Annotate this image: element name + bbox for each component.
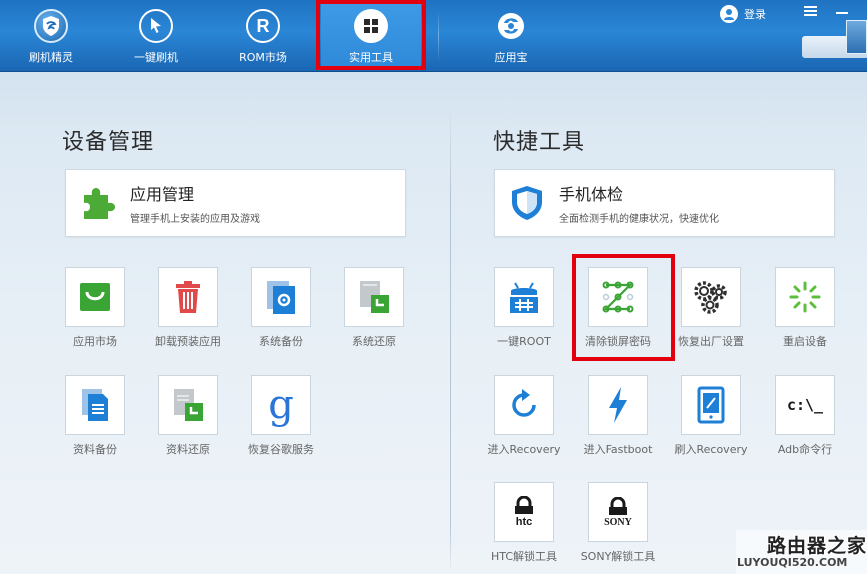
device-thumbnail <box>846 20 867 54</box>
htc-logo-icon: htc <box>515 516 533 528</box>
tile-label: 进入Fastboot <box>583 443 653 456</box>
tile-factory-reset[interactable]: 恢复出厂设置 <box>678 267 744 348</box>
grid-icon <box>354 9 388 43</box>
tile-label: 资料还原 <box>166 443 210 456</box>
watermark-url: LUYOUQI520.COM <box>737 556 848 569</box>
tile-uninstall-preinstalled[interactable]: 卸载预装应用 <box>155 267 221 348</box>
pattern-lock-icon <box>602 281 634 313</box>
tile-one-click-root[interactable]: 一键ROOT <box>494 267 554 348</box>
app-management-card[interactable]: 应用管理 管理手机上安装的应用及游戏 <box>65 169 406 237</box>
tile-label: 进入Recovery <box>487 443 561 456</box>
tile-label: 系统备份 <box>259 335 303 348</box>
tile-reboot-device[interactable]: 重启设备 <box>775 267 835 348</box>
tile-label: Adb命令行 <box>777 443 833 456</box>
tile-label: 清除锁屏密码 <box>585 335 651 348</box>
card-title: 应用管理 <box>130 185 195 204</box>
section-divider <box>450 104 451 574</box>
tile-label: 重启设备 <box>783 335 827 348</box>
nav-item-app-store[interactable]: 应用宝 <box>475 0 547 72</box>
restore-clock-icon <box>360 281 389 313</box>
minimize-icon[interactable] <box>836 12 848 14</box>
nav-item-flash-wizard[interactable]: 刷机精灵 <box>14 0 88 72</box>
padlock-icon <box>515 496 533 514</box>
shopping-bag-icon <box>80 283 110 311</box>
shield-logo-icon <box>34 9 68 43</box>
puzzle-piece-icon <box>84 188 115 219</box>
tile-data-backup[interactable]: 资料备份 <box>65 375 125 456</box>
document-restore-icon <box>174 389 203 421</box>
app-store-logo-icon <box>494 9 528 43</box>
tile-htc-unlock[interactable]: htc HTC解锁工具 <box>491 482 557 563</box>
tile-system-restore[interactable]: 系统还原 <box>344 267 404 348</box>
login-label: 登录 <box>744 8 766 21</box>
lightning-bolt-icon <box>609 387 627 423</box>
shield-icon <box>512 186 542 220</box>
gears-icon <box>694 281 727 314</box>
tile-restore-google-services[interactable]: g 恢复谷歌服务 <box>248 375 314 456</box>
menu-icon[interactable] <box>804 6 817 16</box>
tile-adb-command-line[interactable]: c:\_ Adb命令行 <box>775 375 835 456</box>
nav-label: 刷机精灵 <box>29 51 73 64</box>
user-avatar-icon <box>720 5 738 23</box>
tile-sony-unlock[interactable]: SONY SONY解锁工具 <box>581 482 655 563</box>
tile-flash-recovery[interactable]: 刷入Recovery <box>674 375 748 456</box>
backup-gear-icon <box>267 281 295 314</box>
nav-item-utilities[interactable]: 实用工具 <box>331 0 411 72</box>
tile-clear-lock-password[interactable]: 清除锁屏密码 <box>585 267 651 348</box>
tile-label: 系统还原 <box>352 335 396 348</box>
sony-logo-icon: SONY <box>604 516 632 528</box>
section-title-quick-tools: 快捷工具 <box>493 130 586 155</box>
section-title-device-management: 设备管理 <box>62 130 155 155</box>
phone-checkup-card[interactable]: 手机体检 全面检测手机的健康状况，快速优化 <box>494 169 835 237</box>
card-subtitle: 全面检测手机的健康状况，快速优化 <box>559 214 719 225</box>
tile-system-backup[interactable]: 系统备份 <box>251 267 311 348</box>
command-prompt-icon: c:\_ <box>786 396 824 414</box>
tile-label: 刷入Recovery <box>674 443 748 456</box>
tile-enter-fastboot[interactable]: 进入Fastboot <box>584 375 652 456</box>
tile-label: 卸载预装应用 <box>155 335 221 348</box>
rom-r-icon: R <box>246 9 280 43</box>
refresh-icon <box>512 389 536 417</box>
tile-enter-recovery[interactable]: 进入Recovery <box>487 375 561 456</box>
android-root-icon <box>510 282 538 313</box>
tile-app-market[interactable]: 应用市场 <box>65 267 125 348</box>
tile-label: 资料备份 <box>73 443 117 456</box>
google-g-icon: g <box>268 382 294 428</box>
card-title: 手机体检 <box>559 185 624 204</box>
tile-label: 一键ROOT <box>497 335 551 348</box>
nav-label: 一键刷机 <box>134 51 178 64</box>
nav-label: 实用工具 <box>349 51 393 64</box>
padlock-icon <box>609 496 627 515</box>
tile-data-restore[interactable]: 资料还原 <box>158 375 218 456</box>
nav-label: ROM市场 <box>239 51 287 64</box>
tile-label: 恢复谷歌服务 <box>248 443 314 456</box>
tile-label: 应用市场 <box>73 335 117 348</box>
document-backup-icon <box>82 389 108 421</box>
watermark-title: 路由器之家 <box>767 535 867 557</box>
tile-label: SONY解锁工具 <box>580 550 656 563</box>
card-subtitle: 管理手机上安装的应用及游戏 <box>130 214 260 225</box>
tile-label: HTC解锁工具 <box>490 550 558 563</box>
nav-label: 应用宝 <box>494 51 528 64</box>
nav-separator <box>438 10 439 62</box>
nav-item-one-click-flash[interactable]: 一键刷机 <box>118 0 194 72</box>
cursor-icon <box>139 9 173 43</box>
tablet-edit-icon <box>697 386 725 424</box>
trash-can-icon <box>176 281 200 313</box>
login-button[interactable]: 登录 <box>720 4 766 24</box>
nav-item-rom-market[interactable]: R ROM市场 <box>225 0 301 72</box>
tile-label: 恢复出厂设置 <box>678 335 744 348</box>
loading-spinner-icon <box>789 281 821 313</box>
